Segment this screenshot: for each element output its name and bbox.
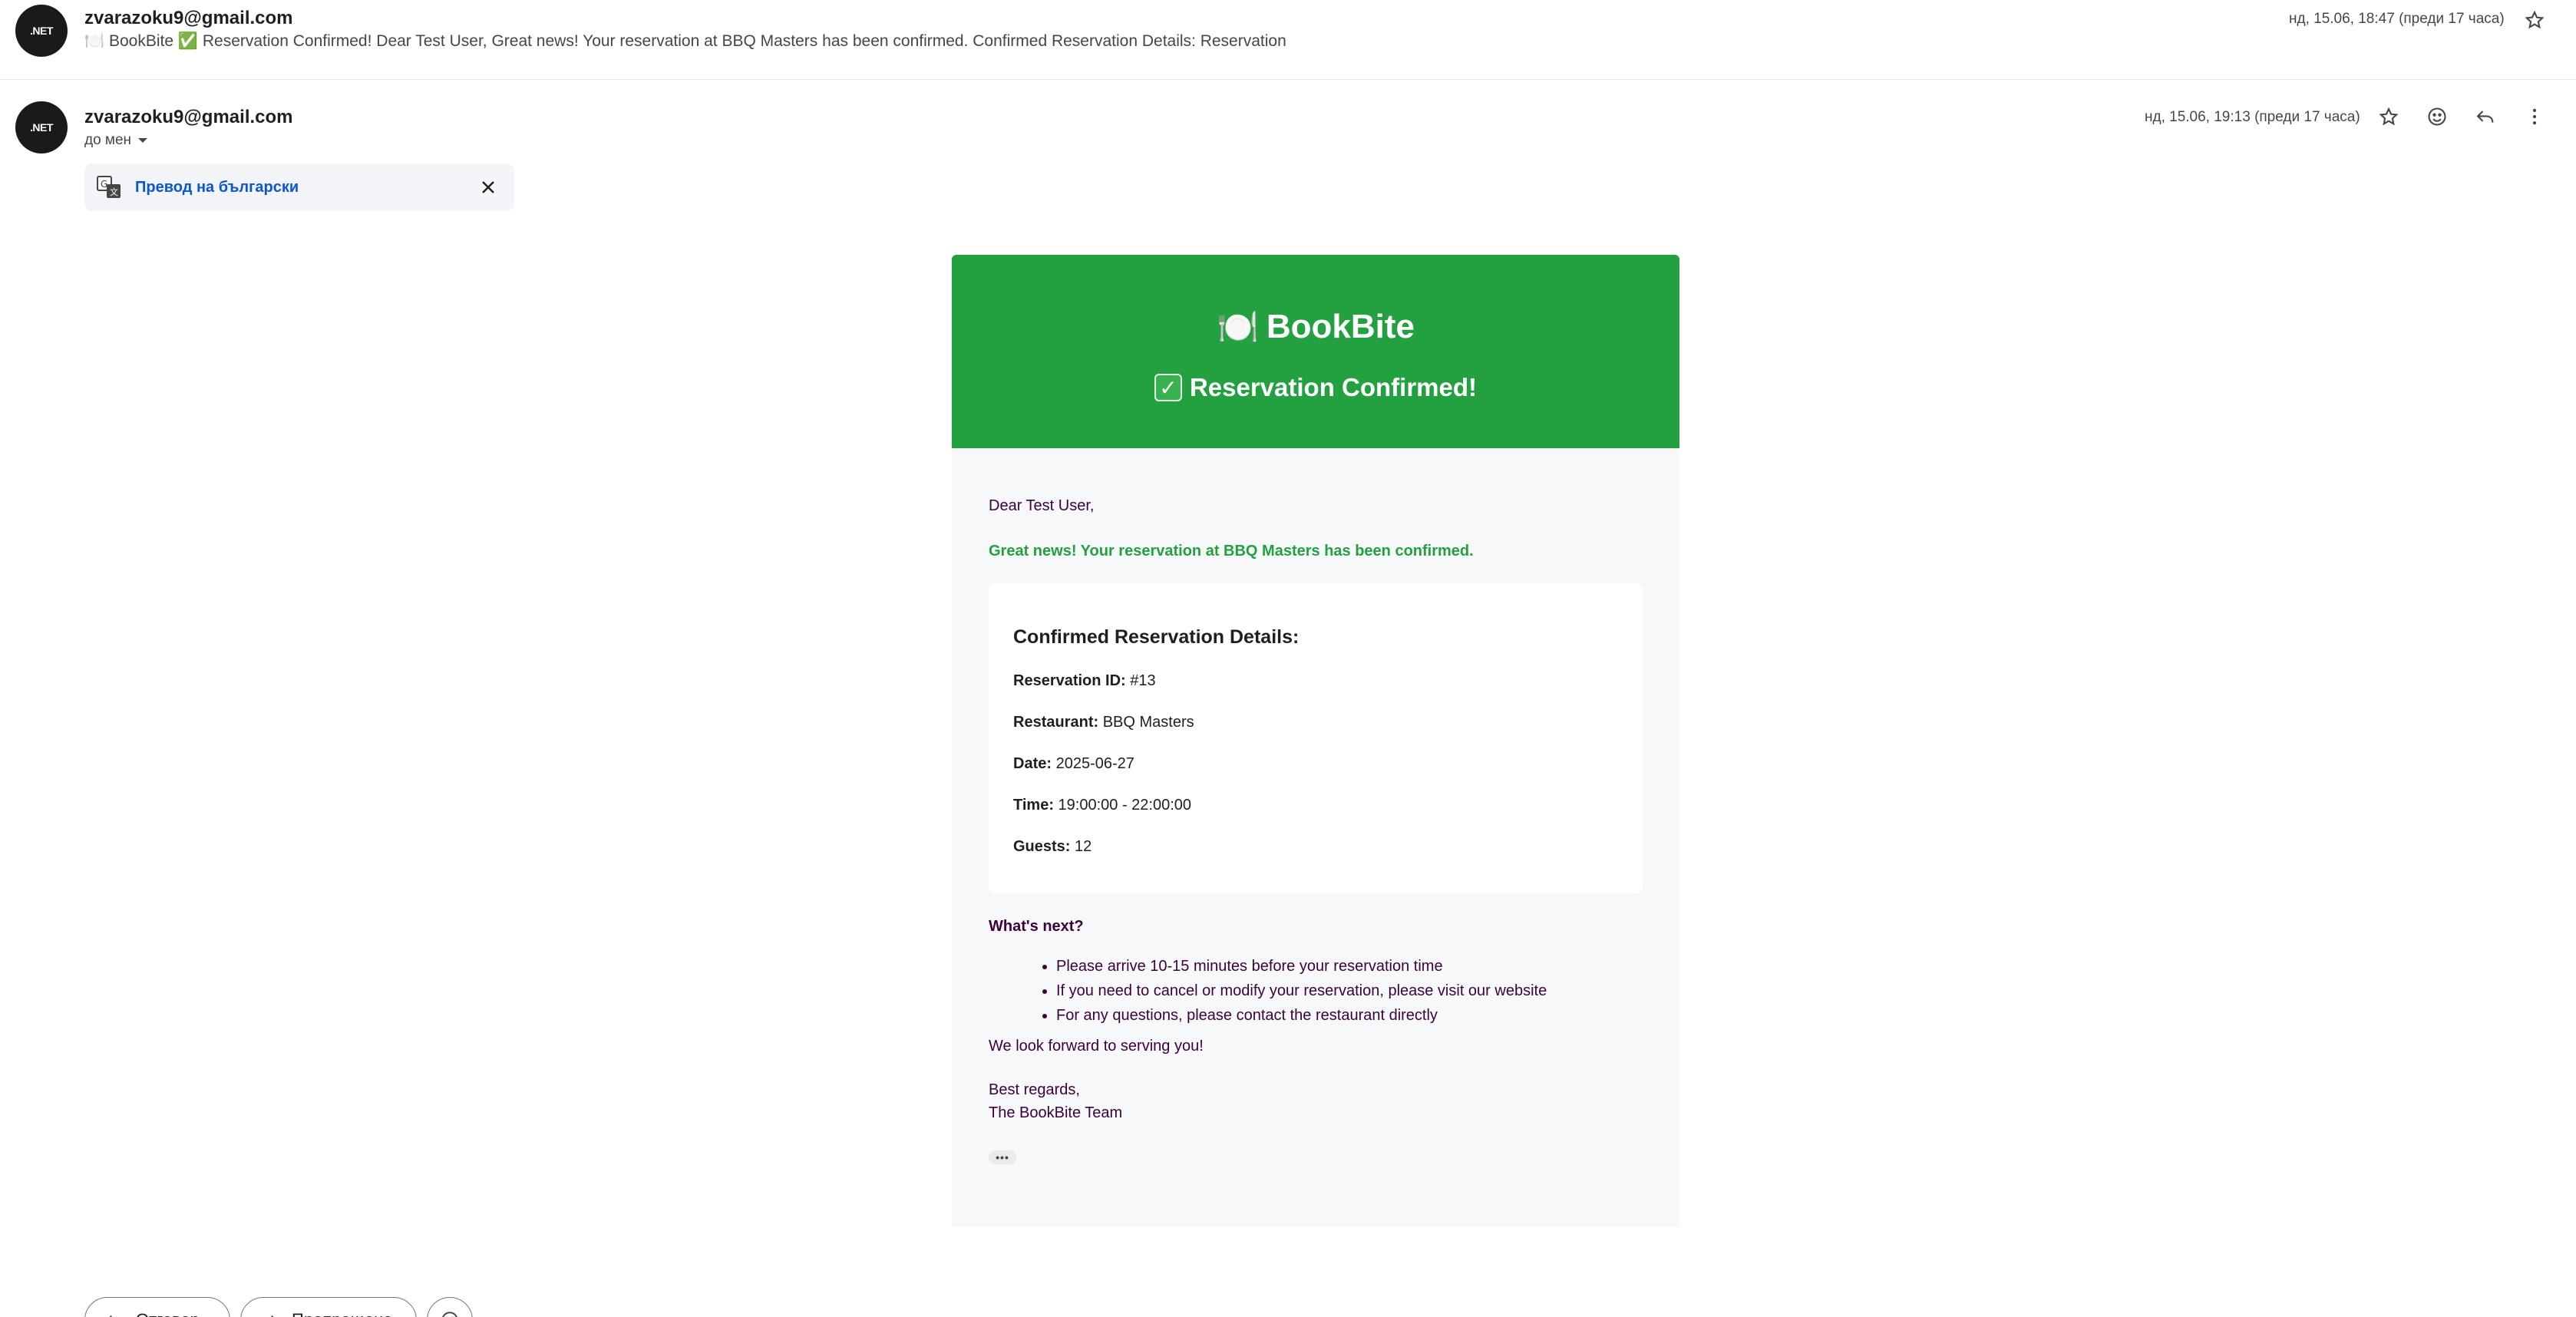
plate-icon: 🍽️ xyxy=(1217,309,1259,346)
forward-label: Препращане xyxy=(292,1310,392,1317)
email-header-banner: 🍽️ BookBite ✓ Reservation Confirmed! xyxy=(952,255,1679,448)
star-button[interactable] xyxy=(2518,3,2551,37)
detail-guests: Guests: 12 xyxy=(1013,838,1618,856)
open-date: нд, 15.06, 19:13 (преди 17 часа) xyxy=(2145,109,2360,125)
to-me-label: до мен xyxy=(84,132,132,148)
star-icon xyxy=(2525,10,2545,29)
more-options-button[interactable] xyxy=(2518,100,2551,134)
list-item: If you need to cancel or modify your res… xyxy=(1056,983,1643,999)
forward-action-button[interactable]: Препращане xyxy=(240,1297,417,1317)
detail-value: 12 xyxy=(1070,838,1092,855)
checkmark-icon: ✓ xyxy=(1154,374,1182,401)
collapsed-snippet[interactable]: 🍽️ BookBite ✅ Reservation Confirmed! Dea… xyxy=(84,32,1286,51)
recipients-toggle[interactable]: до мен xyxy=(84,132,148,149)
brand-title: 🍽️ BookBite xyxy=(1217,307,1415,347)
close-translate-button[interactable] xyxy=(476,175,500,200)
detail-value: BBQ Masters xyxy=(1098,714,1194,731)
caret-down-icon xyxy=(138,138,148,143)
open-sender[interactable]: zvarazoku9@gmail.com xyxy=(84,107,293,128)
detail-label: Restaurant: xyxy=(1013,714,1099,731)
show-trimmed-content-button[interactable]: ••• xyxy=(989,1150,1016,1164)
detail-label: Date: xyxy=(1013,755,1052,772)
star-button[interactable] xyxy=(2372,100,2406,134)
list-item: For any questions, please contact the re… xyxy=(1056,1008,1643,1024)
sender-avatar[interactable]: .NET xyxy=(15,5,68,57)
star-icon xyxy=(2379,107,2399,126)
translate-icon: G 文 xyxy=(97,176,121,198)
collapsed-date: нд, 15.06, 18:47 (преди 17 часа) xyxy=(2289,11,2505,27)
smiley-icon xyxy=(2428,107,2446,126)
whats-next-heading: What's next? xyxy=(989,918,1084,935)
emoji-action-button[interactable] xyxy=(427,1297,473,1317)
more-vert-icon xyxy=(2532,108,2537,125)
confirmed-text: Reservation Confirmed! xyxy=(1189,373,1478,401)
regards-text: Best regards, xyxy=(989,1081,1080,1098)
sender-avatar[interactable]: .NET xyxy=(15,101,68,153)
translate-bar: G 文 Превод на български xyxy=(84,163,514,211)
reply-icon xyxy=(2476,111,2494,123)
message-divider xyxy=(0,79,2576,80)
detail-value: 2025-06-27 xyxy=(1052,755,1134,772)
brand-name: BookBite xyxy=(1266,308,1415,345)
detail-reservation-id: Reservation ID: #13 xyxy=(1013,672,1618,690)
details-title: Confirmed Reservation Details: xyxy=(1013,626,1300,648)
detail-label: Guests: xyxy=(1013,838,1071,855)
reply-icon xyxy=(109,1315,112,1317)
detail-label: Reservation ID: xyxy=(1013,672,1126,689)
reply-label: Отговор xyxy=(136,1310,200,1317)
detail-restaurant: Restaurant: BBQ Masters xyxy=(1013,714,1618,731)
svg-text:文: 文 xyxy=(110,186,118,197)
next-steps-list: Please arrive 10-15 minutes before your … xyxy=(1056,959,1643,1024)
smiley-icon xyxy=(442,1312,457,1317)
detail-label: Time: xyxy=(1013,797,1054,814)
team-text: The BookBite Team xyxy=(989,1104,1123,1121)
detail-value: 19:00:00 - 22:00:00 xyxy=(1053,797,1192,814)
confirmed-heading: ✓ Reservation Confirmed! xyxy=(1154,373,1477,402)
signature: Best regards, The BookBite Team xyxy=(989,1078,1643,1124)
email-body: Dear Test User, Great news! Your reserva… xyxy=(952,448,1679,1226)
forward-icon xyxy=(271,1315,274,1317)
detail-value: #13 xyxy=(1125,672,1156,689)
collapsed-sender[interactable]: zvarazoku9@gmail.com xyxy=(84,8,293,29)
detail-date: Date: 2025-06-27 xyxy=(1013,755,1618,773)
reply-button[interactable] xyxy=(2469,100,2502,134)
greeting: Dear Test User, xyxy=(989,497,1095,514)
reservation-details-card: Confirmed Reservation Details: Reservati… xyxy=(989,583,1643,893)
avatar-text: .NET xyxy=(30,121,53,134)
detail-time: Time: 19:00:00 - 22:00:00 xyxy=(1013,797,1618,814)
list-item: Please arrive 10-15 minutes before your … xyxy=(1056,959,1643,975)
avatar-text: .NET xyxy=(30,25,53,37)
closing-line: We look forward to serving you! xyxy=(989,1038,1204,1055)
great-news: Great news! Your reservation at BBQ Mast… xyxy=(989,543,1474,559)
close-icon xyxy=(482,181,494,193)
emoji-reaction-button[interactable] xyxy=(2420,100,2454,134)
translate-link[interactable]: Превод на български xyxy=(135,179,299,196)
svg-text:G: G xyxy=(101,179,107,190)
reply-action-button[interactable]: Отговор xyxy=(84,1297,230,1317)
email-content: 🍽️ BookBite ✓ Reservation Confirmed! Dea… xyxy=(952,255,1679,1226)
